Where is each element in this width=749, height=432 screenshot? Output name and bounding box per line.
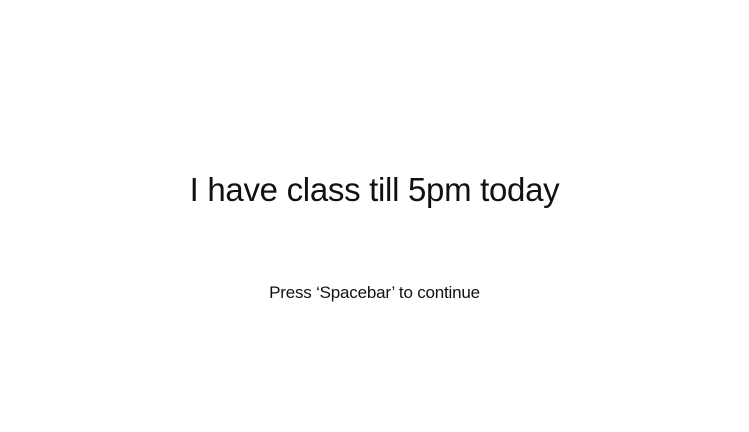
stimulus-screen[interactable]: I have class till 5pm today Press ‘Space… [0,0,749,432]
stimulus-statement: I have class till 5pm today [189,171,560,208]
continue-prompt: Press ‘Spacebar’ to continue [269,283,480,302]
